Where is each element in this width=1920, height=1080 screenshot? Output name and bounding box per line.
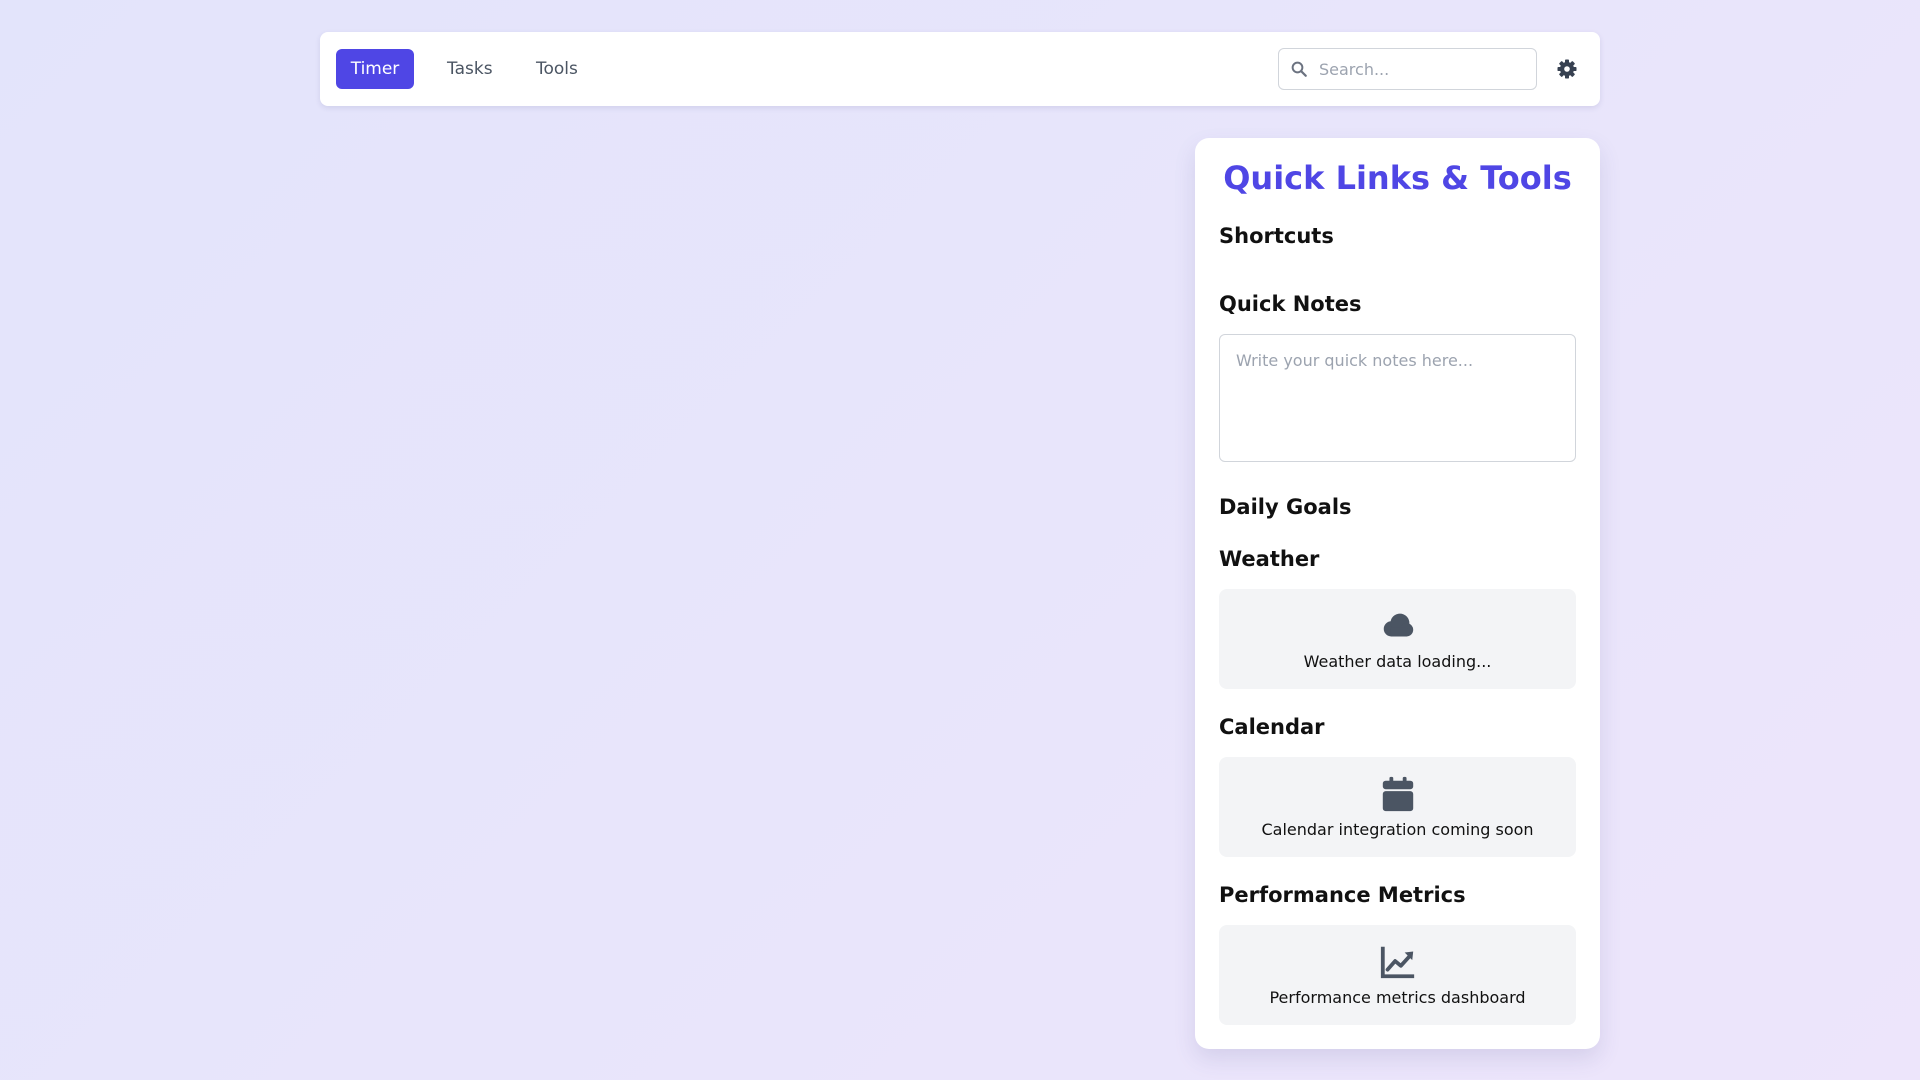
performance-metrics-heading: Performance Metrics [1219,883,1466,907]
search-box[interactable] [1278,48,1537,90]
top-nav-bar: Timer Tasks Tools [320,32,1600,106]
cloud-icon [1383,613,1414,637]
weather-card: Weather data loading... [1219,589,1576,689]
gear-icon[interactable] [1555,57,1579,81]
calendar-status-text: Calendar integration coming soon [1261,820,1534,839]
tab-timer[interactable]: Timer [336,49,414,89]
panel-title: Quick Links & Tools [1223,159,1572,197]
quick-notes-textarea[interactable] [1219,334,1576,462]
tab-tasks[interactable]: Tasks [431,49,509,89]
search-icon [1291,61,1307,77]
chart-line-icon [1380,946,1415,979]
weather-status-text: Weather data loading... [1303,652,1492,671]
calendar-card: Calendar integration coming soon [1219,757,1576,857]
weather-heading: Weather [1219,547,1320,571]
daily-goals-heading: Daily Goals [1219,495,1352,519]
search-input[interactable] [1319,57,1524,81]
quick-notes-heading: Quick Notes [1219,292,1362,316]
calendar-icon [1382,776,1414,812]
quick-links-panel: Quick Links & Tools Shortcuts Quick Note… [1195,138,1600,1049]
performance-metrics-text: Performance metrics dashboard [1269,988,1526,1007]
calendar-heading: Calendar [1219,715,1325,739]
tab-tools[interactable]: Tools [520,49,594,89]
shortcuts-heading: Shortcuts [1219,224,1334,248]
performance-metrics-card: Performance metrics dashboard [1219,925,1576,1025]
